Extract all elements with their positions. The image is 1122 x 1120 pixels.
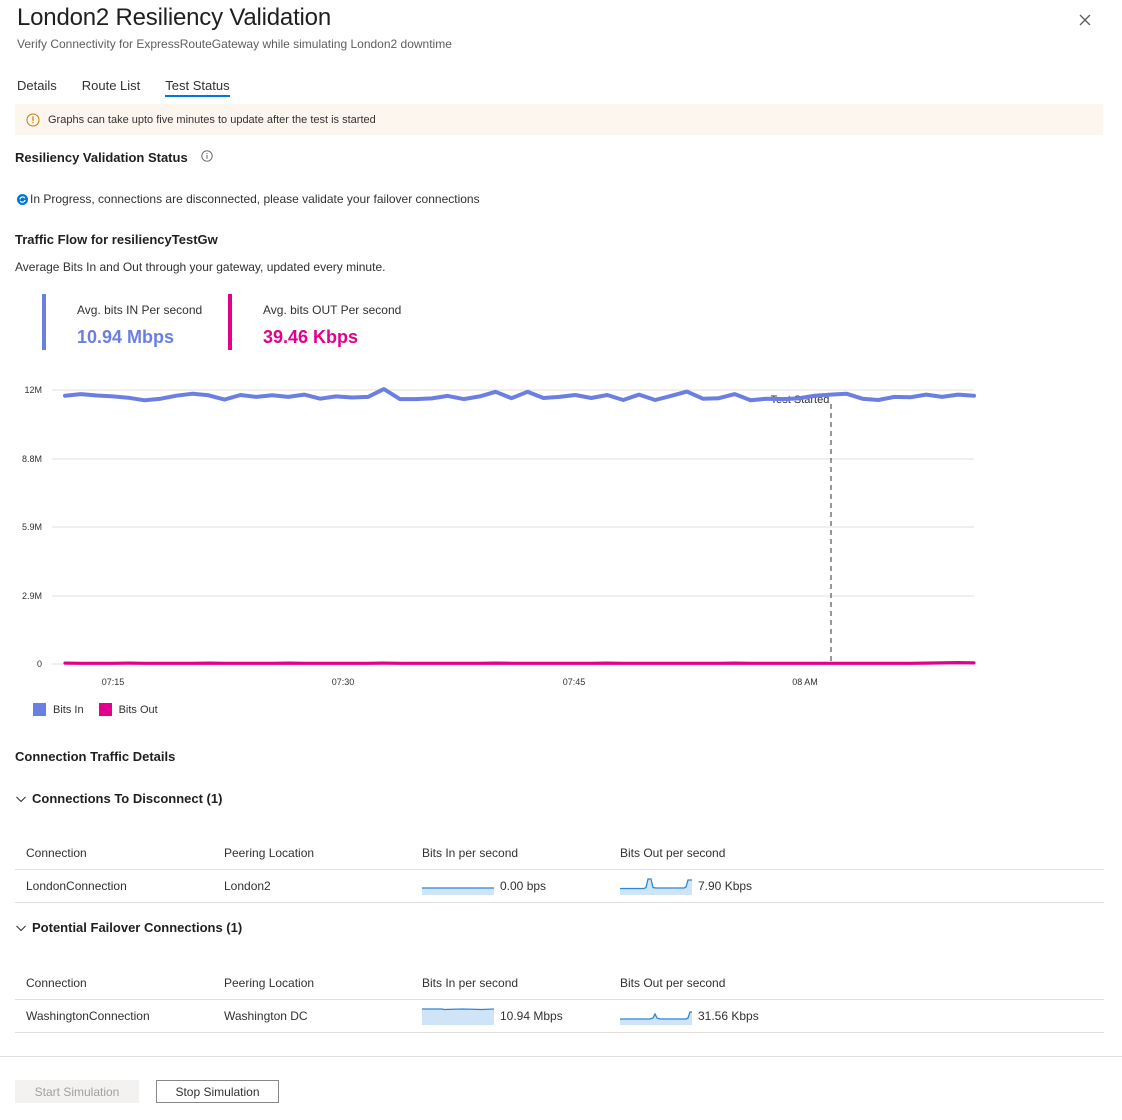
sparkline-bits-out <box>620 1011 692 1025</box>
metric-in-value: 10.94 Mbps <box>77 327 175 347</box>
col-bits-in: Bits In per second <box>422 976 519 990</box>
metric-bits-in: Avg. bits IN Per second 10.94 Mbps <box>42 294 212 350</box>
legend-label-bits-out[interactable]: Bits Out <box>119 704 158 716</box>
series-line-bits-in <box>63 387 976 403</box>
status-heading: Resiliency Validation Status <box>15 150 188 165</box>
y-tick-label: 0 <box>37 659 42 669</box>
series-line-bits-out <box>63 660 976 665</box>
y-tick-label: 5.9M <box>22 522 42 532</box>
cell-bits-out-value: 7.90 Kbps <box>698 879 753 893</box>
col-bits-out: Bits Out per second <box>620 976 726 990</box>
col-bits-in: Bits In per second <box>422 846 519 860</box>
traffic-heading: Traffic Flow for resiliencyTestGw <box>15 232 218 247</box>
warning-banner: Graphs can take upto five minutes to upd… <box>15 104 1103 135</box>
footer-divider <box>0 1056 1122 1057</box>
connection-details-heading: Connection Traffic Details <box>15 749 176 764</box>
tab-route-list[interactable]: Route List <box>82 78 141 100</box>
x-tick-label: 07:45 <box>563 677 586 687</box>
info-icon[interactable] <box>201 150 213 162</box>
legend-swatch-bits-out <box>98 703 112 716</box>
section-toggle-failover[interactable]: Potential Failover Connections (1) <box>15 920 242 935</box>
tab-test-status[interactable]: Test Status <box>165 78 230 100</box>
table-disconnect: Connection Peering Location Bits In per … <box>15 837 1104 903</box>
cell-bits-out-value: 31.56 Kbps <box>698 1009 759 1023</box>
section-title-failover: Potential Failover Connections (1) <box>32 920 243 935</box>
close-icon[interactable] <box>1074 9 1096 31</box>
col-connection: Connection <box>26 976 87 990</box>
in-progress-icon <box>17 193 28 205</box>
sparkline-bits-in <box>422 887 494 895</box>
traffic-chart: 12M8.8M5.9M2.9M007:15 07:30 07:45 08 AMTest… <box>22 385 976 687</box>
col-connection: Connection <box>26 846 87 860</box>
status-row: In Progress, connections are disconnecte… <box>17 192 480 206</box>
panel-title: London2 Resiliency Validation <box>17 4 331 31</box>
panel-subtitle: Verify Connectivity for ExpressRouteGate… <box>17 37 452 51</box>
table-header: Connection Peering Location Bits In per … <box>15 837 1104 870</box>
section-title-disconnect: Connections To Disconnect (1) <box>32 791 223 806</box>
status-message: In Progress, connections are disconnecte… <box>30 192 480 206</box>
section-toggle-disconnect[interactable]: Connections To Disconnect (1) <box>15 791 222 806</box>
metric-in-label: Avg. bits IN Per second <box>77 303 203 317</box>
cell-bits-in-value: 0.00 bps <box>500 879 547 893</box>
metric-bits-out: Avg. bits OUT Per second 39.46 Kbps <box>228 294 418 350</box>
sparkline-bits-in <box>422 1008 494 1025</box>
banner-text: Graphs can take upto five minutes to upd… <box>48 113 376 126</box>
metric-bar-out <box>228 294 232 350</box>
metric-out-label: Avg. bits OUT Per second <box>263 303 402 317</box>
cell-connection: LondonConnection <box>26 879 127 893</box>
chevron-down-icon <box>16 925 26 931</box>
sparkline-bits-out <box>620 878 692 895</box>
x-tick-label: 07:30 <box>332 677 355 687</box>
cell-bits-in-value: 10.94 Mbps <box>500 1009 563 1023</box>
x-tick-label: 08 AM <box>792 677 818 687</box>
y-tick-label: 2.9M <box>22 591 42 601</box>
legend-label-bits-in[interactable]: Bits In <box>53 704 84 716</box>
start-simulation-button[interactable]: Start Simulation <box>15 1080 139 1103</box>
chart-legend: Bits In Bits Out <box>33 703 173 716</box>
cell-location: Washington DC <box>224 1009 308 1023</box>
col-peering-location: Peering Location <box>224 846 315 860</box>
cell-location: London2 <box>224 879 271 893</box>
tab-details[interactable]: Details <box>17 78 57 100</box>
metric-bar-in <box>42 294 46 350</box>
warning-circle-icon <box>26 113 40 126</box>
chevron-down-icon <box>16 796 26 802</box>
stop-simulation-button[interactable]: Stop Simulation <box>156 1080 279 1103</box>
table-row[interactable]: LondonConnection London2 0.00 bps 7.90 K… <box>15 870 1104 903</box>
tab-bar: Details Route List Test Status <box>17 78 255 102</box>
col-peering-location: Peering Location <box>224 976 315 990</box>
y-tick-label: 12M <box>24 385 42 395</box>
table-header: Connection Peering Location Bits In per … <box>15 967 1104 1000</box>
col-bits-out: Bits Out per second <box>620 846 726 860</box>
x-tick-label: 07:15 <box>102 677 125 687</box>
legend-swatch-bits-in <box>33 703 46 716</box>
metric-out-value: 39.46 Kbps <box>263 327 359 347</box>
cell-connection: WashingtonConnection <box>26 1009 150 1023</box>
table-row[interactable]: WashingtonConnection Washington DC 10.94… <box>15 1000 1104 1033</box>
y-tick-label: 8.8M <box>22 454 42 464</box>
table-failover: Connection Peering Location Bits In per … <box>15 967 1104 1033</box>
traffic-description: Average Bits In and Out through your gat… <box>15 260 386 274</box>
